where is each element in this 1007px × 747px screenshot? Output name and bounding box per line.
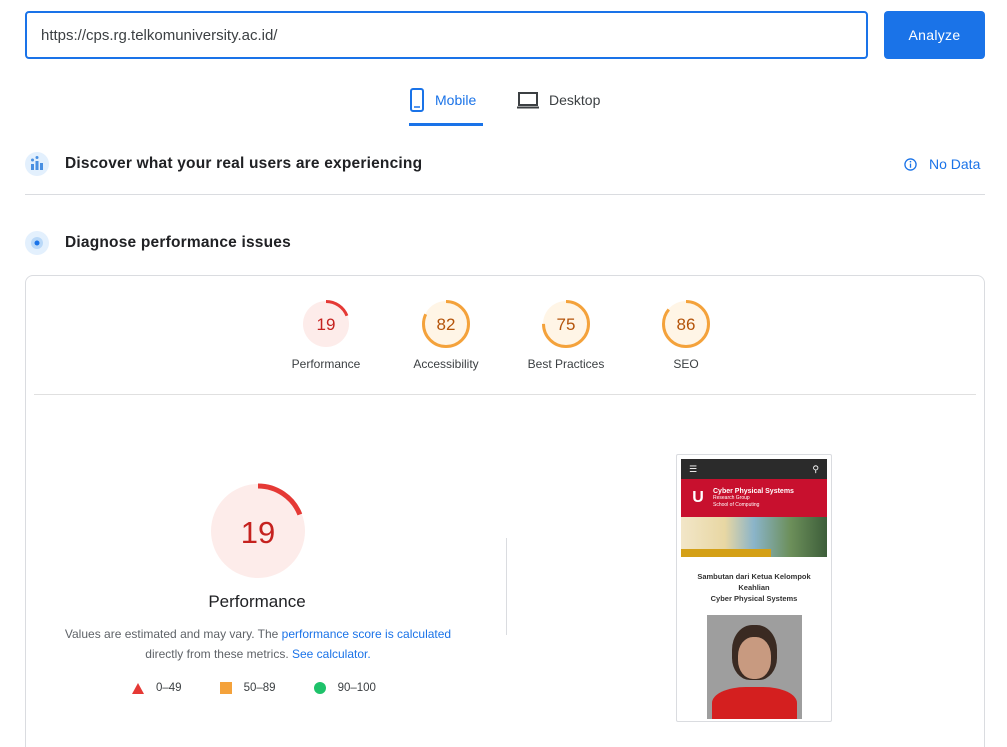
info-icon xyxy=(904,157,917,171)
mobile-phone-icon xyxy=(410,87,424,112)
tab-mobile[interactable]: Mobile xyxy=(409,84,483,126)
diagnose-header: Diagnose performance issues xyxy=(25,229,985,257)
orange-square-icon xyxy=(219,682,232,694)
screenshot-caption: Sambutan dari Ketua Kelompok Keahlian Cy… xyxy=(677,571,831,604)
target-icon xyxy=(25,231,49,255)
telkom-logo-icon: U xyxy=(692,489,704,506)
banner-sub1: Research Group xyxy=(713,494,750,501)
users-chart-icon xyxy=(25,152,49,176)
score-ring: 86 xyxy=(662,300,710,348)
legend-average: 50–89 xyxy=(219,682,276,694)
performance-title: Performance xyxy=(208,592,306,611)
diagnose-title: Diagnose performance issues xyxy=(65,234,291,251)
tab-mobile-label: Mobile xyxy=(435,91,477,108)
legend-fail-label: 0–49 xyxy=(156,682,182,694)
score-label: Accessibility xyxy=(413,357,479,371)
red-triangle-icon xyxy=(132,682,144,694)
score-label: Best Practices xyxy=(527,357,605,371)
note-text-1: Values are estimated and may vary. The xyxy=(64,627,282,641)
performance-score-link[interactable]: performance score is calculated xyxy=(282,627,451,641)
banner-title: Cyber Physical Systems xyxy=(713,487,794,495)
score-value: 75 xyxy=(557,315,576,334)
caption-line-1: Sambutan dari Ketua Kelompok xyxy=(697,572,811,581)
green-circle-icon xyxy=(313,682,326,694)
caption-line-2: Keahlian xyxy=(738,583,770,592)
note-text-2: directly from these metrics. xyxy=(145,647,292,661)
lighthouse-panel: 19 Performance 82 Accessibility 75 Best Pract… xyxy=(25,275,985,747)
caption-line-3: Cyber Physical Systems xyxy=(710,594,798,603)
performance-big-gauge-svg: 19 xyxy=(210,483,306,579)
legend-pass-label: 90–100 xyxy=(337,682,376,694)
field-data-title: Discover what your real users are experi… xyxy=(65,155,423,172)
no-data-status: No Data xyxy=(904,156,980,172)
banner-sub2: School of Computing xyxy=(713,501,760,508)
see-calculator-link[interactable]: See calculator. xyxy=(292,647,371,661)
performance-big-gauge: 19 xyxy=(208,481,308,586)
laptop-icon xyxy=(517,92,539,109)
portrait-face xyxy=(738,637,771,679)
field-data-header: Discover what your real users are experi… xyxy=(25,150,985,178)
score-label: Performance xyxy=(291,357,361,371)
url-input[interactable] xyxy=(25,11,868,59)
score-gauge-best-practices[interactable]: 75 Best Practices xyxy=(516,299,616,371)
score-gauge-performance[interactable]: 19 Performance xyxy=(276,299,376,371)
portrait-photo xyxy=(707,615,802,719)
legend-average-label: 50–89 xyxy=(243,682,276,694)
score-label: SEO xyxy=(673,357,699,371)
analyze-button[interactable]: Analyze xyxy=(884,11,985,59)
panel-divider xyxy=(34,394,976,395)
tab-desktop-label: Desktop xyxy=(549,92,601,108)
score-value: 82 xyxy=(437,315,456,334)
section-divider xyxy=(25,194,985,195)
portrait-body xyxy=(712,687,797,719)
screenshot-hero-image xyxy=(681,517,827,557)
banner-text: Cyber Physical Systems Research Group Sc… xyxy=(713,488,794,509)
hamburger-menu-icon: ☰ xyxy=(689,463,698,474)
screenshot-topbar: ☰ ⚲ xyxy=(681,459,827,479)
screenshot-banner: U Cyber Physical Systems Research Group … xyxy=(681,479,827,517)
hero-strip xyxy=(681,549,771,557)
tab-desktop[interactable]: Desktop xyxy=(517,84,600,126)
score-ring: 82 xyxy=(422,300,470,348)
legend-fail: 0–49 xyxy=(132,682,182,694)
score-gauge-accessibility[interactable]: 82 Accessibility xyxy=(396,299,496,371)
no-data-label: No Data xyxy=(929,156,981,172)
search-icon: ⚲ xyxy=(812,463,819,474)
score-value: 19 xyxy=(317,315,336,334)
score-legend: 0–49 50–89 90–100 xyxy=(132,682,414,694)
performance-note: Values are estimated and may vary. The p… xyxy=(46,624,470,664)
score-ring: 19 xyxy=(302,300,350,348)
big-gauge-value: 19 xyxy=(241,515,275,550)
score-value: 86 xyxy=(677,315,696,334)
page-screenshot: ☰ ⚲ U Cyber Physical Systems Research Gr… xyxy=(676,454,832,722)
legend-pass: 90–100 xyxy=(313,682,376,694)
vertical-separator xyxy=(506,538,507,635)
score-ring: 75 xyxy=(542,300,590,348)
score-gauge-seo[interactable]: 86 SEO xyxy=(636,299,736,371)
